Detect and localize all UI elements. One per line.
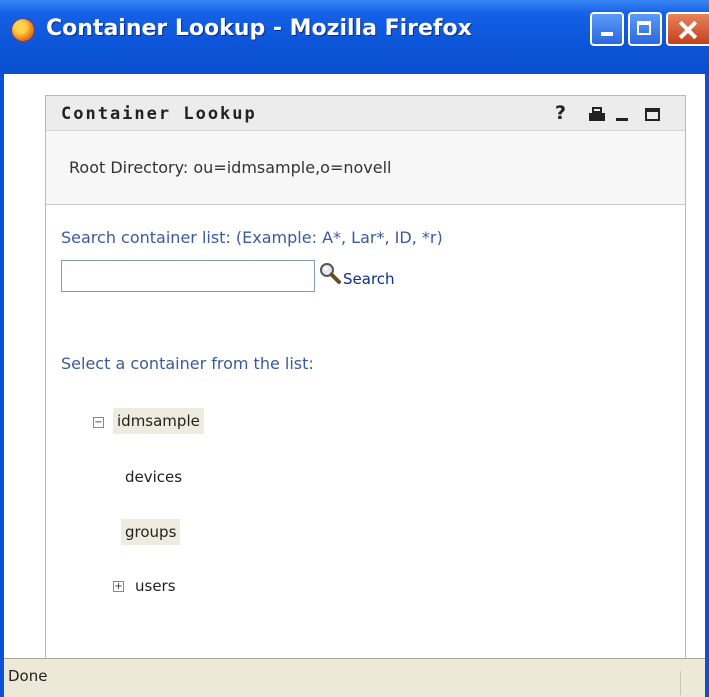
search-input[interactable]	[61, 260, 315, 292]
resize-grip-icon[interactable]	[680, 671, 705, 695]
root-directory-band: Root Directory: ou=idmsample,o=novell	[46, 131, 685, 205]
status-text: Done	[8, 667, 48, 685]
collapse-idmsample-toggle[interactable]: −	[93, 417, 104, 428]
tree-node-groups[interactable]: groups	[121, 519, 181, 545]
window-titlebar: Container Lookup - Mozilla Firefox	[0, 0, 709, 74]
firefox-icon	[10, 17, 36, 43]
container-lookup-portlet: Container Lookup ? Root Directory: ou=id…	[45, 95, 686, 658]
window-close-button[interactable]	[666, 12, 709, 46]
page-content: Container Lookup ? Root Directory: ou=id…	[4, 74, 705, 658]
magnifier-icon[interactable]	[319, 262, 341, 284]
tree-node-users[interactable]: users	[131, 573, 180, 599]
portlet-header: Container Lookup ?	[46, 96, 685, 131]
select-container-label: Select a container from the list:	[61, 354, 314, 373]
search-button[interactable]: Search	[343, 270, 395, 288]
window-frame-right	[705, 74, 709, 696]
tree-node-devices[interactable]: devices	[121, 464, 186, 490]
portlet-maximize-icon[interactable]	[645, 108, 660, 121]
help-icon[interactable]: ?	[555, 102, 566, 124]
expand-users-toggle[interactable]: +	[113, 581, 124, 592]
portlet-minimize-icon[interactable]	[616, 118, 628, 121]
window-title: Container Lookup - Mozilla Firefox	[46, 16, 472, 41]
status-bar: Done	[4, 658, 705, 697]
root-directory: Root Directory: ou=idmsample,o=novell	[69, 158, 392, 177]
portlet-title: Container Lookup	[61, 104, 257, 124]
window-minimize-button[interactable]	[590, 12, 624, 46]
search-label: Search container list: (Example: A*, Lar…	[61, 228, 443, 247]
print-icon[interactable]	[589, 107, 605, 121]
window-maximize-button[interactable]	[628, 12, 662, 46]
tree-node-idmsample[interactable]: idmsample	[113, 408, 204, 434]
